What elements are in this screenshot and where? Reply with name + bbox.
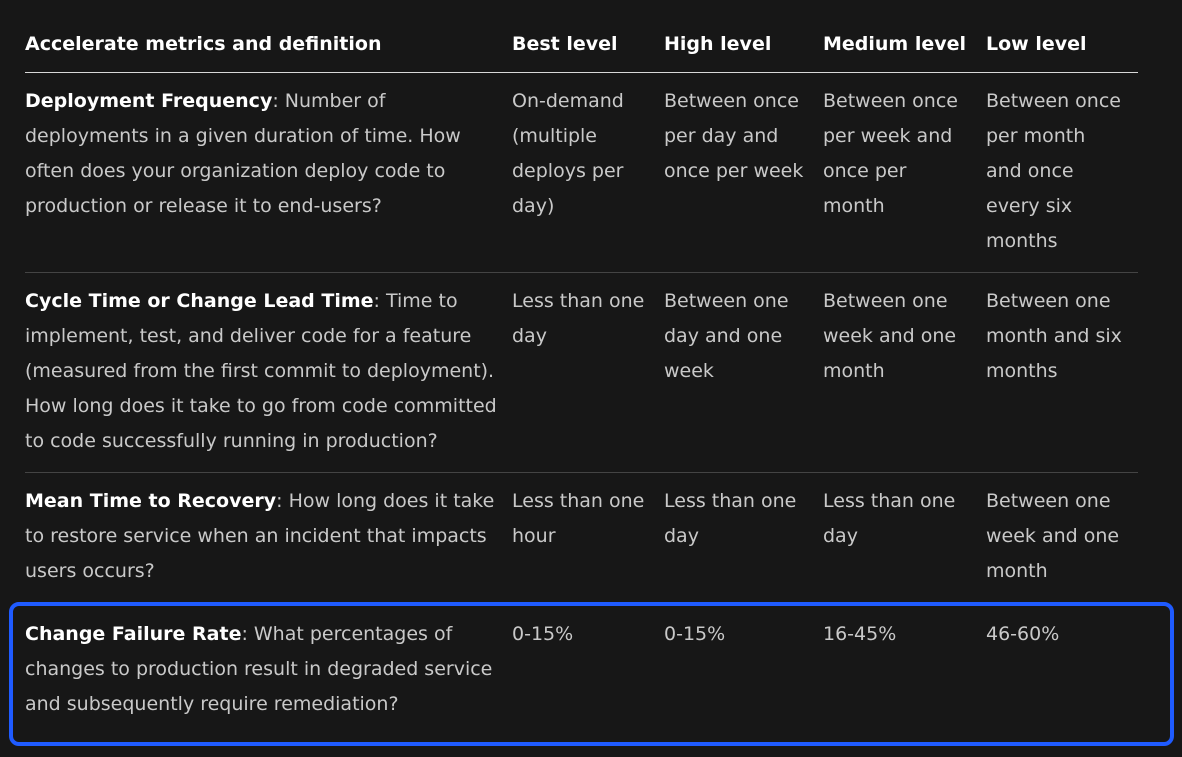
metric-cell: Change Failure Rate: What percentages of… bbox=[25, 603, 512, 736]
low-level-cell: Between one week and one month bbox=[986, 472, 1138, 603]
medium-level-cell: Between one week and one month bbox=[823, 272, 986, 473]
metric-name: Cycle Time or Change Lead Time bbox=[25, 290, 374, 312]
low-level-cell: Between one month and six months bbox=[986, 272, 1138, 473]
high-level-cell: Less than one day bbox=[664, 472, 823, 603]
header-high-level: High level bbox=[664, 20, 823, 73]
metric-cell: Cycle Time or Change Lead Time: Time to … bbox=[25, 272, 512, 473]
metric-cell: Deployment Frequency: Number of deployme… bbox=[25, 72, 512, 273]
header-best-level: Best level bbox=[512, 20, 664, 73]
header-medium-level: Medium level bbox=[823, 20, 986, 73]
metric-name: Mean Time to Recovery bbox=[25, 490, 277, 512]
high-level-cell: Between once per day and once per week bbox=[664, 72, 823, 273]
best-level-cell: 0-15% bbox=[512, 623, 574, 645]
high-level-cell: 0-15% bbox=[664, 623, 726, 645]
best-level-cell: Less than one hour bbox=[512, 472, 664, 603]
high-level-cell: Between one day and one week bbox=[664, 272, 823, 473]
table-row-highlighted: Change Failure Rate: What percentages of… bbox=[25, 603, 1138, 736]
header-low-level: Low level bbox=[986, 20, 1138, 73]
metric-name: Deployment Frequency bbox=[25, 90, 273, 112]
table-row: Mean Time to Recovery: How long does it … bbox=[25, 472, 1138, 603]
low-level-cell: 46-60% bbox=[986, 623, 1060, 645]
medium-level-cell: Between once per week and once per month bbox=[823, 72, 986, 273]
table-row: Cycle Time or Change Lead Time: Time to … bbox=[25, 272, 1138, 473]
table-row: Deployment Frequency: Number of deployme… bbox=[25, 72, 1138, 273]
best-level-cell: On-demand (multiple deploys per day) bbox=[512, 72, 664, 273]
metric-name: Change Failure Rate bbox=[25, 623, 242, 645]
metric-cell: Mean Time to Recovery: How long does it … bbox=[25, 472, 512, 603]
metric-definition: : Time to implement, test, and deliver c… bbox=[25, 290, 497, 452]
low-level-cell: Between once per month and once every si… bbox=[986, 72, 1138, 273]
table-header-row: Accelerate metrics and definition Best l… bbox=[25, 20, 1138, 73]
metrics-table-container: Accelerate metrics and definition Best l… bbox=[25, 20, 1138, 735]
medium-level-cell: 16-45% bbox=[823, 623, 897, 645]
accelerate-metrics-table: Accelerate metrics and definition Best l… bbox=[25, 20, 1138, 735]
best-level-cell: Less than one day bbox=[512, 272, 664, 473]
header-metric: Accelerate metrics and definition bbox=[25, 20, 512, 73]
medium-level-cell: Less than one day bbox=[823, 472, 986, 603]
